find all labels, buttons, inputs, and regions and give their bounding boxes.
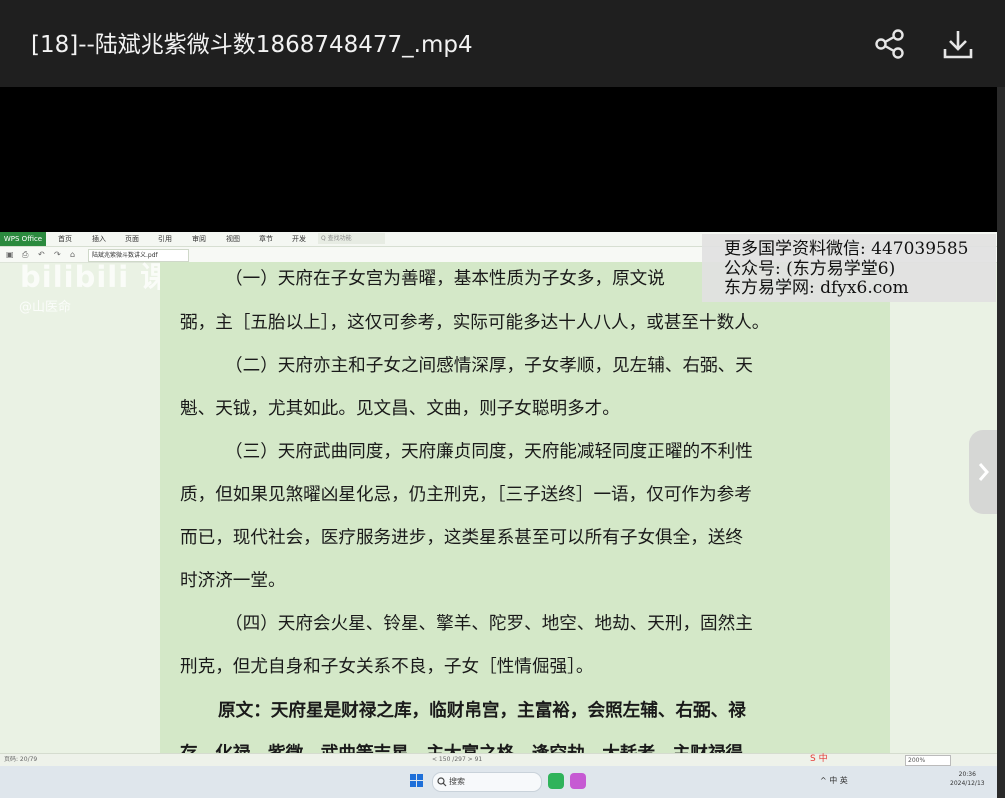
- text-line: 原文：天府星是财禄之库，临财帛宫，主富裕，会照左辅、右弼、禄: [218, 700, 746, 721]
- menu-item[interactable]: 页面: [125, 234, 139, 244]
- windows-start-icon[interactable]: [410, 774, 424, 788]
- contact-website: 东方易学网: dfyx6.com: [724, 278, 909, 298]
- search-label: 搜索: [449, 777, 465, 786]
- save-icon[interactable]: ▣: [6, 250, 14, 259]
- system-tray[interactable]: ^ 中 英: [820, 774, 848, 788]
- page-indicator: 页码: 20/79: [4, 756, 38, 763]
- text-line: 刑克，但尤自身和子女关系不良，子女［性情倔强］。: [180, 657, 594, 677]
- menu-item[interactable]: 首页: [58, 234, 72, 244]
- menu-item[interactable]: 章节: [259, 234, 273, 244]
- menu-item[interactable]: 视图: [226, 234, 240, 244]
- search-icon: [437, 777, 447, 787]
- wechat-app-icon[interactable]: [548, 773, 564, 789]
- next-page-button[interactable]: [969, 430, 997, 514]
- zoom-select[interactable]: 200%: [905, 755, 951, 766]
- text-line: 弼，主［五胎以上］，这仅可参考，实际可能多达十人八人，或甚至十数人。: [180, 313, 770, 333]
- menu-item[interactable]: 开发: [292, 234, 306, 244]
- page-navigator[interactable]: < 150 /297 > 91: [432, 755, 482, 765]
- text-line: （二）天府亦主和子女之间感情深厚，子女孝顺，见左辅、右弼、天: [225, 356, 753, 376]
- text-line: 魁、天钺，尤其如此。见文昌、文曲，则子女聪明多才。: [180, 399, 620, 419]
- text-line: 质，但如果见煞曜凶星化忌，仍主刑克，［三子送终］一语，仅可作为参考: [180, 485, 752, 505]
- menu-item[interactable]: 引用: [158, 234, 172, 244]
- menu-item[interactable]: 审阅: [192, 234, 206, 244]
- text-line: 时济济一堂。: [180, 571, 286, 591]
- uploader-watermark: @山医命: [19, 300, 72, 315]
- chevron-right-icon: [978, 463, 989, 481]
- text-line: （四）天府会火星、铃星、擎羊、陀罗、地空、地劫、天刑，固然主: [225, 614, 753, 634]
- recorded-screen: WPS Office 首页 插入 页面 引用 审阅 视图 章节 开发 Q 查找功…: [0, 232, 997, 798]
- os-taskbar: 搜索 ^ 中 英 20:36 2024/12/13: [0, 766, 997, 798]
- wps-brand: WPS Office: [0, 232, 46, 246]
- text-line: （一）天府在子女宫为善曜，基本性质为子女多，原文说: [225, 269, 665, 289]
- video-title: [18]--陆斌兆紫微斗数1868748477_.mp4: [31, 32, 473, 58]
- contact-overlay: 更多国学资料微信: 447039585 公众号: (东方易学堂6) 东方易学网:…: [702, 234, 996, 302]
- function-search[interactable]: Q 查找功能: [318, 233, 385, 244]
- browser-app-icon[interactable]: [570, 773, 586, 789]
- page-scrollbar[interactable]: [997, 87, 1005, 798]
- share-icon[interactable]: [874, 28, 906, 60]
- ime-indicator[interactable]: S 中: [810, 753, 828, 765]
- document-page: （一）天府在子女宫为善曜，基本性质为子女多，原文说 弼，主［五胎以上］，这仅可参…: [160, 262, 890, 764]
- text-line: （三）天府武曲同度，天府廉贞同度，天府能减轻同度正曜的不利性: [225, 442, 753, 462]
- clock-date: 2024/12/13: [950, 780, 985, 787]
- contact-official-account: 公众号: (东方易学堂6): [724, 259, 896, 279]
- contact-wechat: 更多国学资料微信: 447039585: [724, 239, 969, 259]
- text-line: 而已，现代社会，医疗服务进步，这类星系甚至可以所有子女俱全，送终: [180, 528, 744, 548]
- title-bar: [18]--陆斌兆紫微斗数1868748477_.mp4: [0, 0, 1005, 87]
- menu-item[interactable]: 插入: [92, 234, 106, 244]
- taskbar-search[interactable]: 搜索: [432, 772, 542, 792]
- taskbar-clock[interactable]: 20:36 2024/12/13: [950, 770, 985, 788]
- download-icon[interactable]: [942, 28, 974, 60]
- clock-time: 20:36: [958, 771, 976, 778]
- wps-statusbar: 页码: 20/79 < 150 /297 > 91 S 中 200%: [0, 753, 997, 766]
